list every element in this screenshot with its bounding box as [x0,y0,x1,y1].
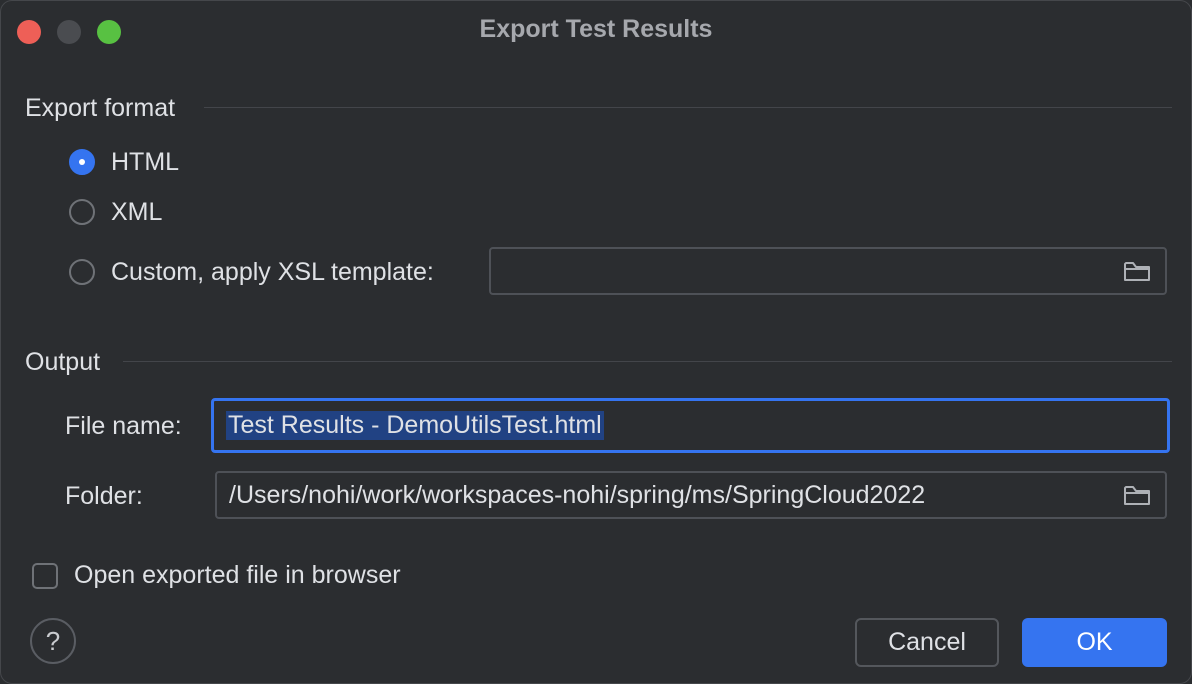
export-dialog: Export Test Results Export format HTML X… [0,0,1192,684]
radio-xml-label: XML [111,197,163,226]
output-section-label: Output [25,348,101,376]
folder-label: Folder: [65,482,143,510]
open-in-browser-checkbox[interactable] [32,562,58,589]
radio-html[interactable]: HTML [69,145,179,179]
file-name-input[interactable]: Test Results - DemoUtilsTest.html [211,398,1170,453]
folder-field[interactable]: /Users/nohi/work/workspaces-nohi/spring/… [215,471,1167,519]
open-in-browser-label: Open exported file in browser [74,561,401,589]
folder-value: /Users/nohi/work/workspaces-nohi/spring/… [229,480,926,509]
title-bar: Export Test Results [1,1,1191,59]
export-format-section-label: Export format [25,94,176,122]
folder-icon[interactable] [1123,259,1151,283]
file-name-label: File name: [65,412,182,440]
radio-custom-xsl[interactable]: Custom, apply XSL template: [69,255,434,289]
radio-xml[interactable]: XML [69,195,162,229]
radio-html-label: HTML [111,147,180,176]
file-name-selection: Test Results - DemoUtilsTest.html [226,411,604,440]
folder-icon[interactable] [1123,483,1151,507]
help-icon[interactable]: ? [30,618,76,664]
dialog-title: Export Test Results [479,15,713,43]
cancel-button[interactable]: Cancel [855,618,999,667]
radio-html-button[interactable] [69,149,95,175]
output-divider [123,361,1172,362]
open-in-browser-option[interactable]: Open exported file in browser [32,561,401,590]
radio-custom-xsl-button[interactable] [69,259,95,285]
ok-button[interactable]: OK [1022,618,1167,667]
xsl-template-field[interactable] [489,247,1167,295]
file-name-value: Test Results - DemoUtilsTest.html [226,401,604,450]
export-format-divider [204,107,1172,108]
radio-custom-xsl-label: Custom, apply XSL template: [111,257,434,286]
radio-xml-button[interactable] [69,199,95,225]
